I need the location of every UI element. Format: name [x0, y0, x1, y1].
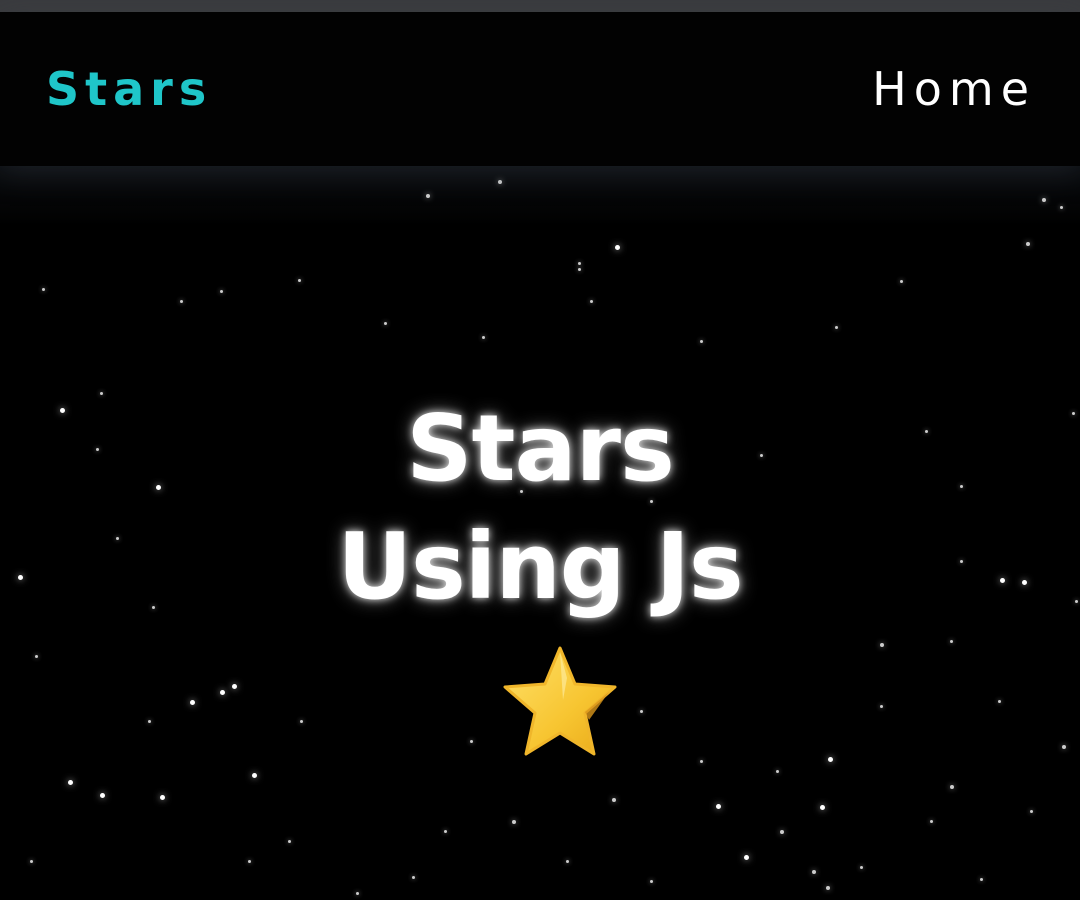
star-dot — [650, 880, 653, 883]
star-dot — [444, 830, 447, 833]
star-dot — [950, 785, 954, 789]
star-dot — [744, 855, 749, 860]
hero-title: Stars Using Js — [0, 390, 1080, 626]
star-dot — [716, 804, 721, 809]
star-dot — [900, 280, 903, 283]
star-dot — [148, 720, 151, 723]
star-dot — [1026, 242, 1030, 246]
star-dot — [470, 740, 473, 743]
star-dot — [780, 830, 784, 834]
star-dot — [998, 700, 1001, 703]
star-dot — [980, 878, 983, 881]
star-dot — [498, 180, 502, 184]
star-dot — [1062, 745, 1066, 749]
star-dot — [42, 288, 45, 291]
star-dot — [860, 866, 863, 869]
star-dot — [482, 336, 485, 339]
star-dot — [160, 795, 165, 800]
star-dot — [820, 805, 825, 810]
star-dot — [30, 860, 33, 863]
star-dot — [615, 245, 620, 250]
star-dot — [590, 300, 593, 303]
star-dot — [880, 643, 884, 647]
star-dot — [700, 340, 703, 343]
star-dot — [68, 780, 73, 785]
star-dot — [566, 860, 569, 863]
star-dot — [512, 820, 516, 824]
star-dot — [412, 876, 415, 879]
star-dot — [220, 690, 225, 695]
star-dot — [700, 760, 703, 763]
star-dot — [180, 300, 183, 303]
star-dot — [612, 798, 616, 802]
star-dot — [298, 279, 301, 282]
star-dot — [1060, 206, 1063, 209]
star-dot — [776, 770, 779, 773]
star-dot — [930, 820, 933, 823]
star-dot — [578, 268, 581, 271]
star-dot — [1042, 198, 1046, 202]
star-dot — [812, 870, 816, 874]
star-dot — [880, 705, 883, 708]
star-dot — [356, 892, 359, 895]
star-dot — [950, 640, 953, 643]
star-dot — [190, 700, 195, 705]
window-top-bar — [0, 0, 1080, 12]
star-dot — [384, 322, 387, 325]
star-dot — [835, 326, 838, 329]
star-dot — [220, 290, 223, 293]
nav-link-home[interactable]: Home — [872, 62, 1036, 116]
star-dot — [1030, 810, 1033, 813]
star-dot — [252, 773, 257, 778]
brand-logo-link[interactable]: Stars — [46, 62, 212, 116]
star-dot — [232, 684, 237, 689]
star-dot — [248, 860, 251, 863]
star-dot — [100, 793, 105, 798]
star-dot — [640, 710, 643, 713]
navbar: Stars Home — [0, 12, 1080, 166]
star-dot — [300, 720, 303, 723]
star-emoji-icon — [503, 646, 617, 756]
star-dot — [35, 655, 38, 658]
hero-title-line-2: Using Js — [337, 513, 743, 620]
hero-title-line-1: Stars — [406, 395, 674, 502]
star-dot — [578, 262, 581, 265]
star-dot — [426, 194, 430, 198]
star-dot — [826, 886, 830, 890]
star-dot — [828, 757, 833, 762]
star-dot — [288, 840, 291, 843]
